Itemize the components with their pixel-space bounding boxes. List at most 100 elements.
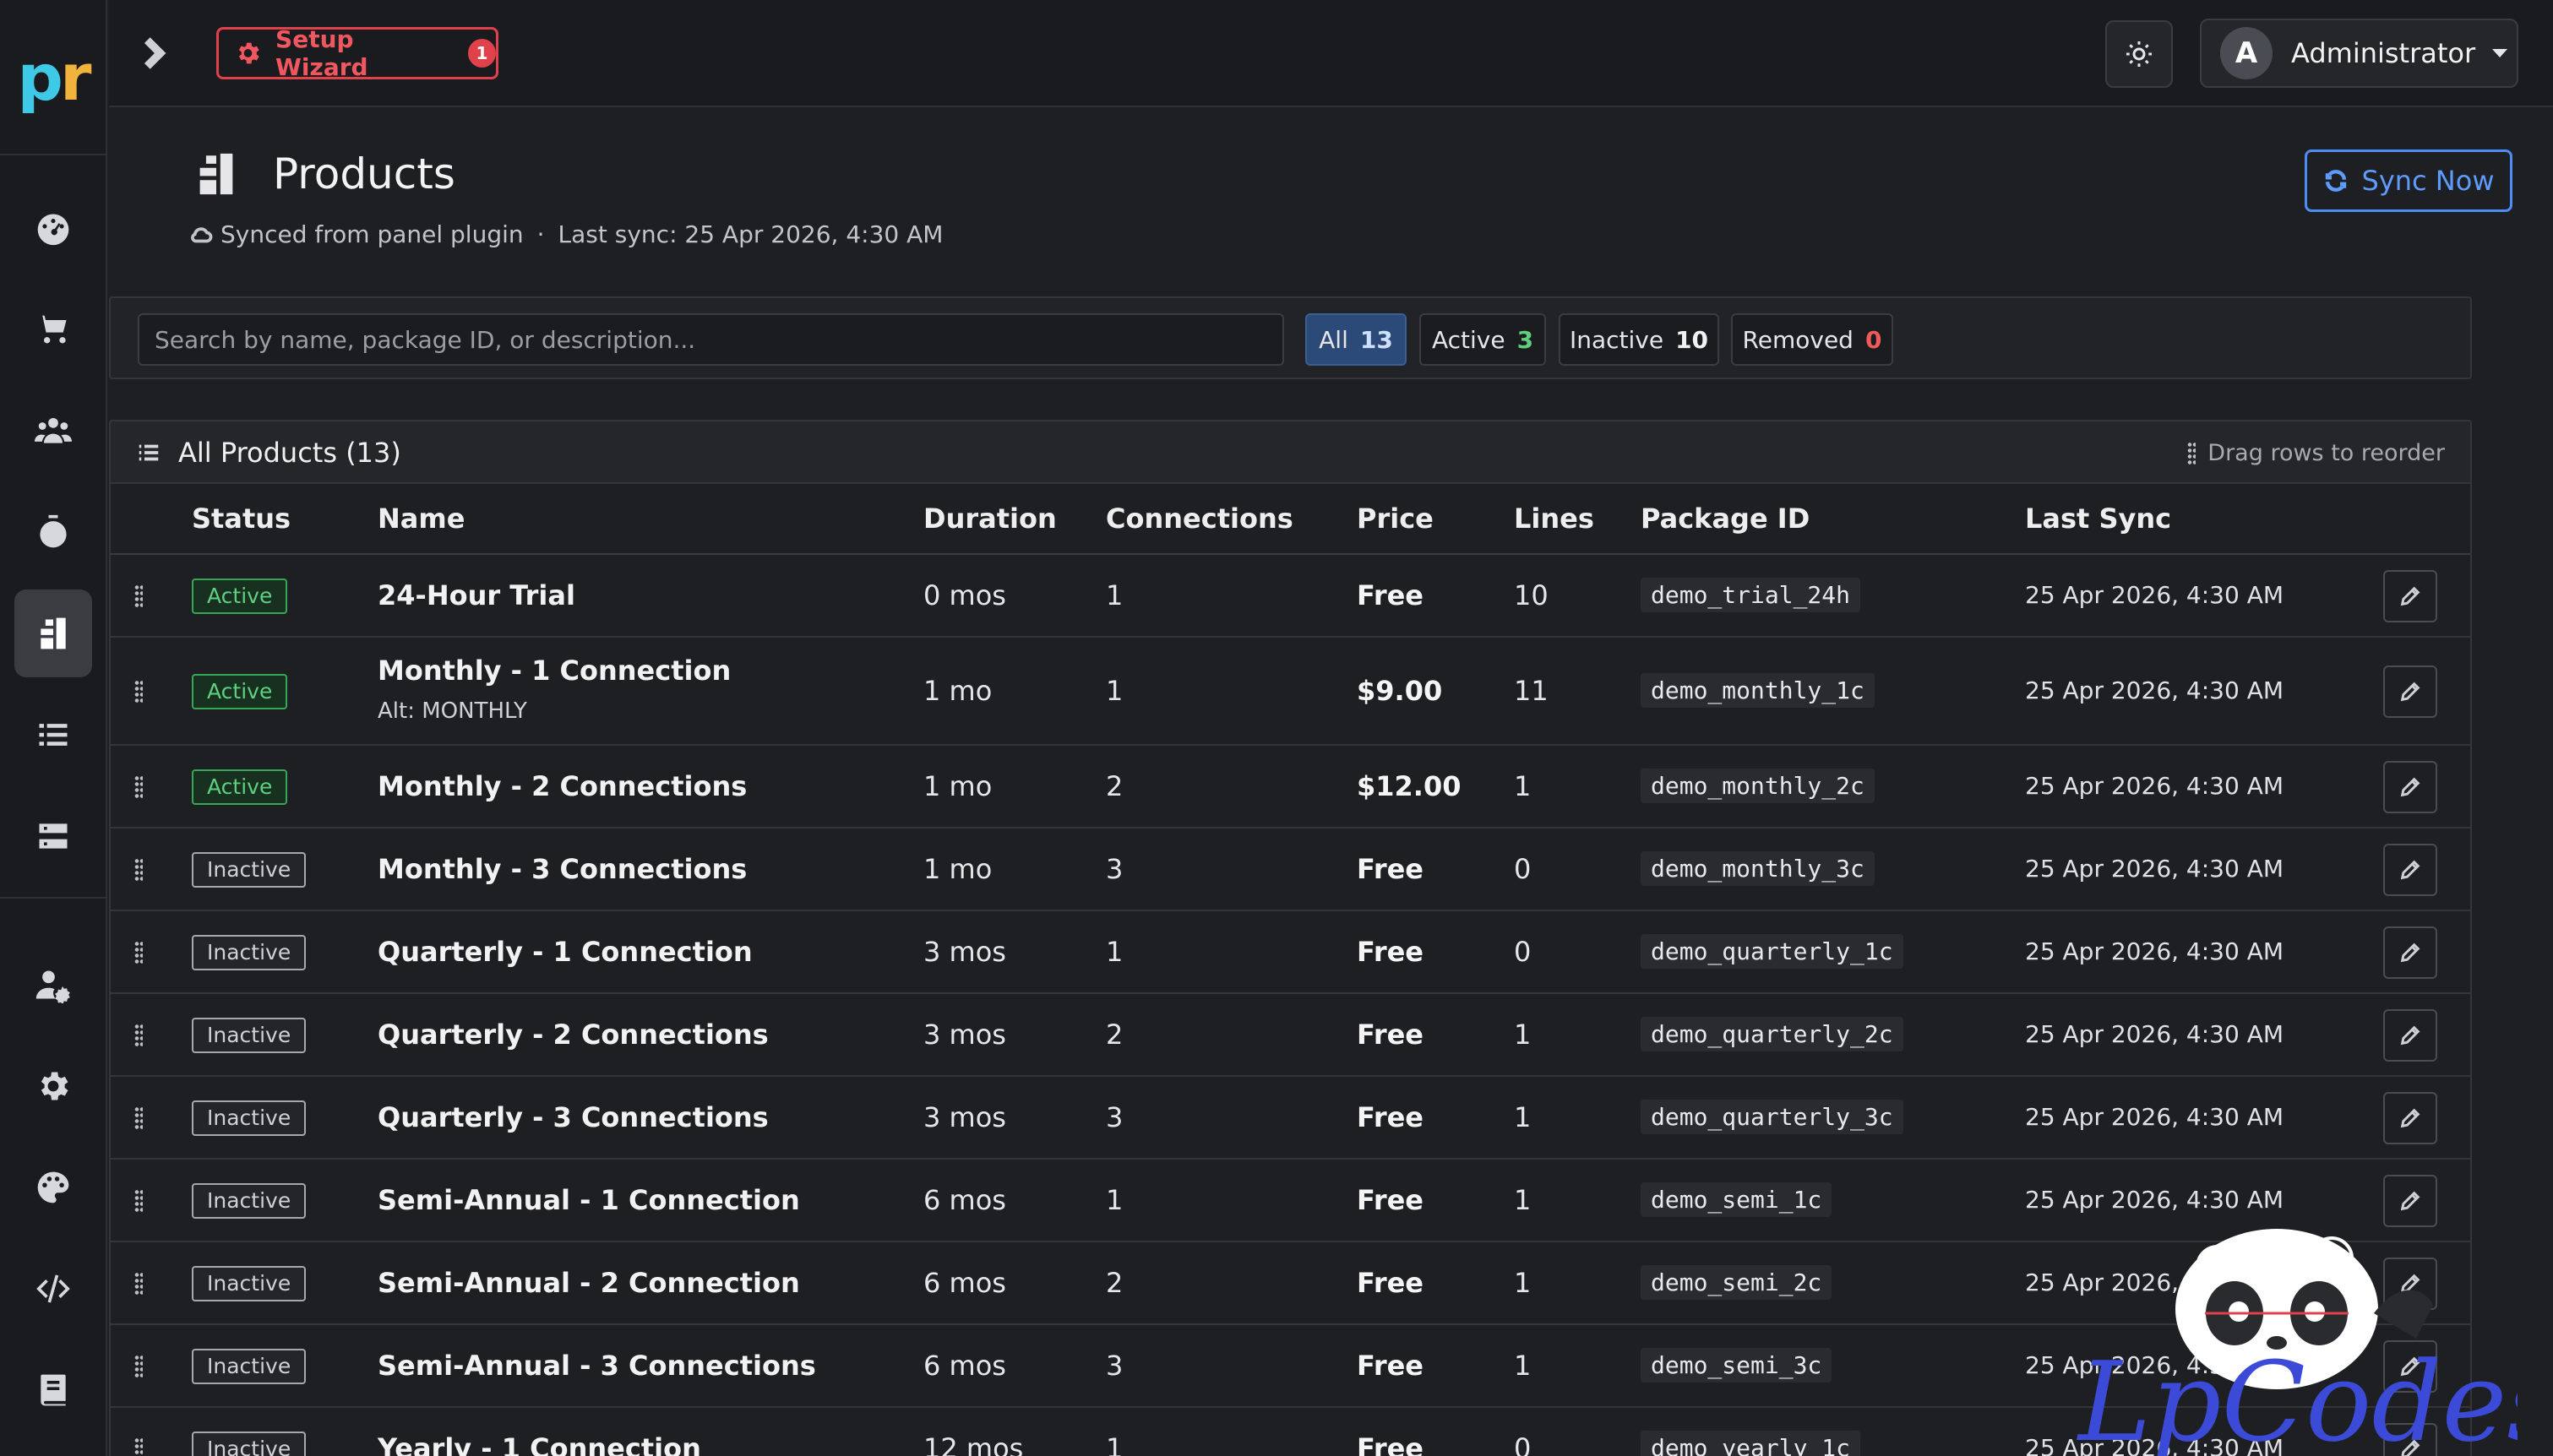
- drag-handle-icon[interactable]: [134, 1189, 143, 1213]
- drag-handle-icon[interactable]: [134, 858, 143, 882]
- sidebar-item-admins[interactable]: [14, 941, 92, 1029]
- sync-now-button[interactable]: Sync Now: [2305, 149, 2512, 212]
- edit-button[interactable]: [2383, 1258, 2437, 1310]
- connections-cell: 1: [1106, 1432, 1124, 1456]
- filter-active-label: Active: [1431, 325, 1505, 354]
- price-cell: Free: [1357, 1019, 1423, 1051]
- edit-button[interactable]: [2383, 1092, 2437, 1144]
- package-id-cell: demo_trial_24h: [1641, 578, 1861, 612]
- table-row[interactable]: Inactive Monthly - 3 Connections 1 mo 3 Free…: [111, 829, 2470, 911]
- table-row[interactable]: Inactive Semi-Annual - 2 Connection 6 mos 2…: [111, 1242, 2470, 1325]
- edit-button[interactable]: [2383, 844, 2437, 896]
- price-cell: Free: [1357, 936, 1423, 968]
- table-row[interactable]: Inactive Quarterly - 3 Connections 3 mos 3 F…: [111, 1077, 2470, 1160]
- table-row[interactable]: Active Monthly - 1 Connection Alt: MONTHLY…: [111, 638, 2470, 746]
- sidebar-toggle-button[interactable]: [134, 34, 173, 73]
- sidebar-item-appearance[interactable]: [14, 1144, 92, 1231]
- edit-button[interactable]: [2383, 1340, 2437, 1393]
- sidebar-item-trials[interactable]: [14, 488, 92, 576]
- sidebar-item-developer[interactable]: [14, 1245, 92, 1333]
- col-duration[interactable]: Duration: [923, 503, 1057, 535]
- user-name: Administrator: [2291, 37, 2476, 69]
- logo[interactable]: pr: [0, 0, 106, 155]
- pencil-icon: [2400, 1274, 2420, 1294]
- product-name: Monthly - 1 Connection: [378, 655, 732, 687]
- sidebar-item-products[interactable]: [14, 589, 92, 677]
- connections-cell: 1: [1106, 675, 1124, 707]
- drag-handle-icon[interactable]: [134, 1106, 143, 1130]
- status-badge: Inactive: [192, 935, 307, 970]
- filter-all-label: All: [1319, 325, 1348, 354]
- col-package-id[interactable]: Package ID: [1641, 503, 1810, 535]
- status-badge: Active: [192, 579, 288, 614]
- drag-handle-icon[interactable]: [134, 1437, 143, 1456]
- product-name: Quarterly - 1 Connection: [378, 936, 753, 968]
- filter-inactive-button[interactable]: Inactive 10: [1559, 313, 1719, 366]
- edit-button[interactable]: [2383, 761, 2437, 813]
- col-connections[interactable]: Connections: [1106, 503, 1293, 535]
- table-row[interactable]: Inactive Quarterly - 1 Connection 3 mos 1 Fr…: [111, 911, 2470, 994]
- user-menu-button[interactable]: A Administrator: [2200, 19, 2518, 88]
- table-row[interactable]: Active 24-Hour Trial 0 mos 1 Free 10 demo_tria…: [111, 555, 2470, 638]
- search-input[interactable]: [138, 313, 1284, 366]
- duration-cell: 1 mo: [923, 770, 993, 802]
- table-row[interactable]: Inactive Yearly - 1 Connection 12 mos 1 Free…: [111, 1408, 2470, 1456]
- sidebar-item-docs[interactable]: [14, 1346, 92, 1434]
- sidebar-item-settings[interactable]: [14, 1042, 92, 1130]
- table-row[interactable]: Inactive Semi-Annual - 1 Connection 6 mos 1…: [111, 1160, 2470, 1242]
- separator-dot: ·: [536, 220, 545, 248]
- edit-button[interactable]: [2383, 926, 2437, 979]
- sidebar-item-orders[interactable]: [14, 285, 92, 373]
- setup-wizard-button[interactable]: Setup Wizard 1: [216, 25, 498, 81]
- setup-wizard-badge: 1: [467, 39, 496, 68]
- sidebar-item-lists[interactable]: [14, 691, 92, 779]
- drag-handle-icon[interactable]: [134, 584, 143, 608]
- edit-button[interactable]: [2383, 1009, 2437, 1062]
- product-name: Semi-Annual - 2 Connection: [378, 1267, 800, 1299]
- drag-handle-icon[interactable]: [134, 941, 143, 964]
- sidebar: pr: [0, 0, 107, 1456]
- palette-icon: [37, 1171, 68, 1203]
- drag-handle-icon[interactable]: [134, 1272, 143, 1296]
- sidebar-nav: [0, 184, 106, 880]
- last-sync-cell: 25 Apr 2026, 4:30 AM: [2025, 855, 2284, 883]
- table-row[interactable]: Inactive Semi-Annual - 3 Connections 6 mos…: [111, 1325, 2470, 1408]
- filter-removed-count: 0: [1864, 325, 1882, 354]
- sidebar-item-servers[interactable]: [14, 792, 92, 880]
- edit-button[interactable]: [2383, 1423, 2437, 1456]
- filter-all-count: 13: [1359, 325, 1393, 354]
- col-status[interactable]: Status: [192, 503, 291, 535]
- product-name: Quarterly - 2 Connections: [378, 1019, 769, 1051]
- col-last-sync[interactable]: Last Sync: [2025, 503, 2171, 535]
- last-sync-cell: 25 Apr 2026, 4:30 AM: [2025, 1020, 2284, 1048]
- product-name: Monthly - 3 Connections: [378, 853, 748, 885]
- table-title: All Products (13): [136, 437, 401, 469]
- drag-handle-icon[interactable]: [134, 680, 143, 704]
- edit-button[interactable]: [2383, 1175, 2437, 1227]
- last-sync-cell: 25 Apr 2026, 4:30 AM: [2025, 1434, 2284, 1456]
- filter-removed-button[interactable]: Removed 0: [1731, 313, 1893, 366]
- edit-button[interactable]: [2383, 666, 2437, 718]
- filter-active-button[interactable]: Active 3: [1419, 313, 1546, 366]
- product-name: Monthly - 2 Connections: [378, 770, 748, 802]
- sidebar-item-dashboard[interactable]: [14, 184, 92, 272]
- drag-handle-icon[interactable]: [134, 1024, 143, 1047]
- drag-handle-icon[interactable]: [134, 775, 143, 799]
- products-table-panel: All Products (13) Drag rows to reorder S…: [109, 420, 2472, 1456]
- package-id-cell: demo_semi_3c: [1641, 1348, 1832, 1383]
- status-badge: Inactive: [192, 1018, 307, 1053]
- sidebar-item-customers[interactable]: [14, 387, 92, 475]
- filter-active-count: 3: [1516, 325, 1534, 354]
- col-lines[interactable]: Lines: [1514, 503, 1594, 535]
- theme-toggle-button[interactable]: [2105, 20, 2173, 88]
- filter-inactive-count: 10: [1675, 325, 1709, 354]
- table-row[interactable]: Inactive Quarterly - 2 Connections 3 mos 2 F…: [111, 994, 2470, 1077]
- col-name[interactable]: Name: [378, 503, 465, 535]
- page-title: Products: [273, 149, 455, 198]
- drag-handle-icon[interactable]: [134, 1355, 143, 1378]
- pencil-icon: [2400, 860, 2420, 880]
- table-row[interactable]: Active Monthly - 2 Connections 1 mo 2 $12.00…: [111, 746, 2470, 829]
- filter-all-button[interactable]: All 13: [1305, 313, 1407, 366]
- edit-button[interactable]: [2383, 570, 2437, 622]
- col-price[interactable]: Price: [1357, 503, 1434, 535]
